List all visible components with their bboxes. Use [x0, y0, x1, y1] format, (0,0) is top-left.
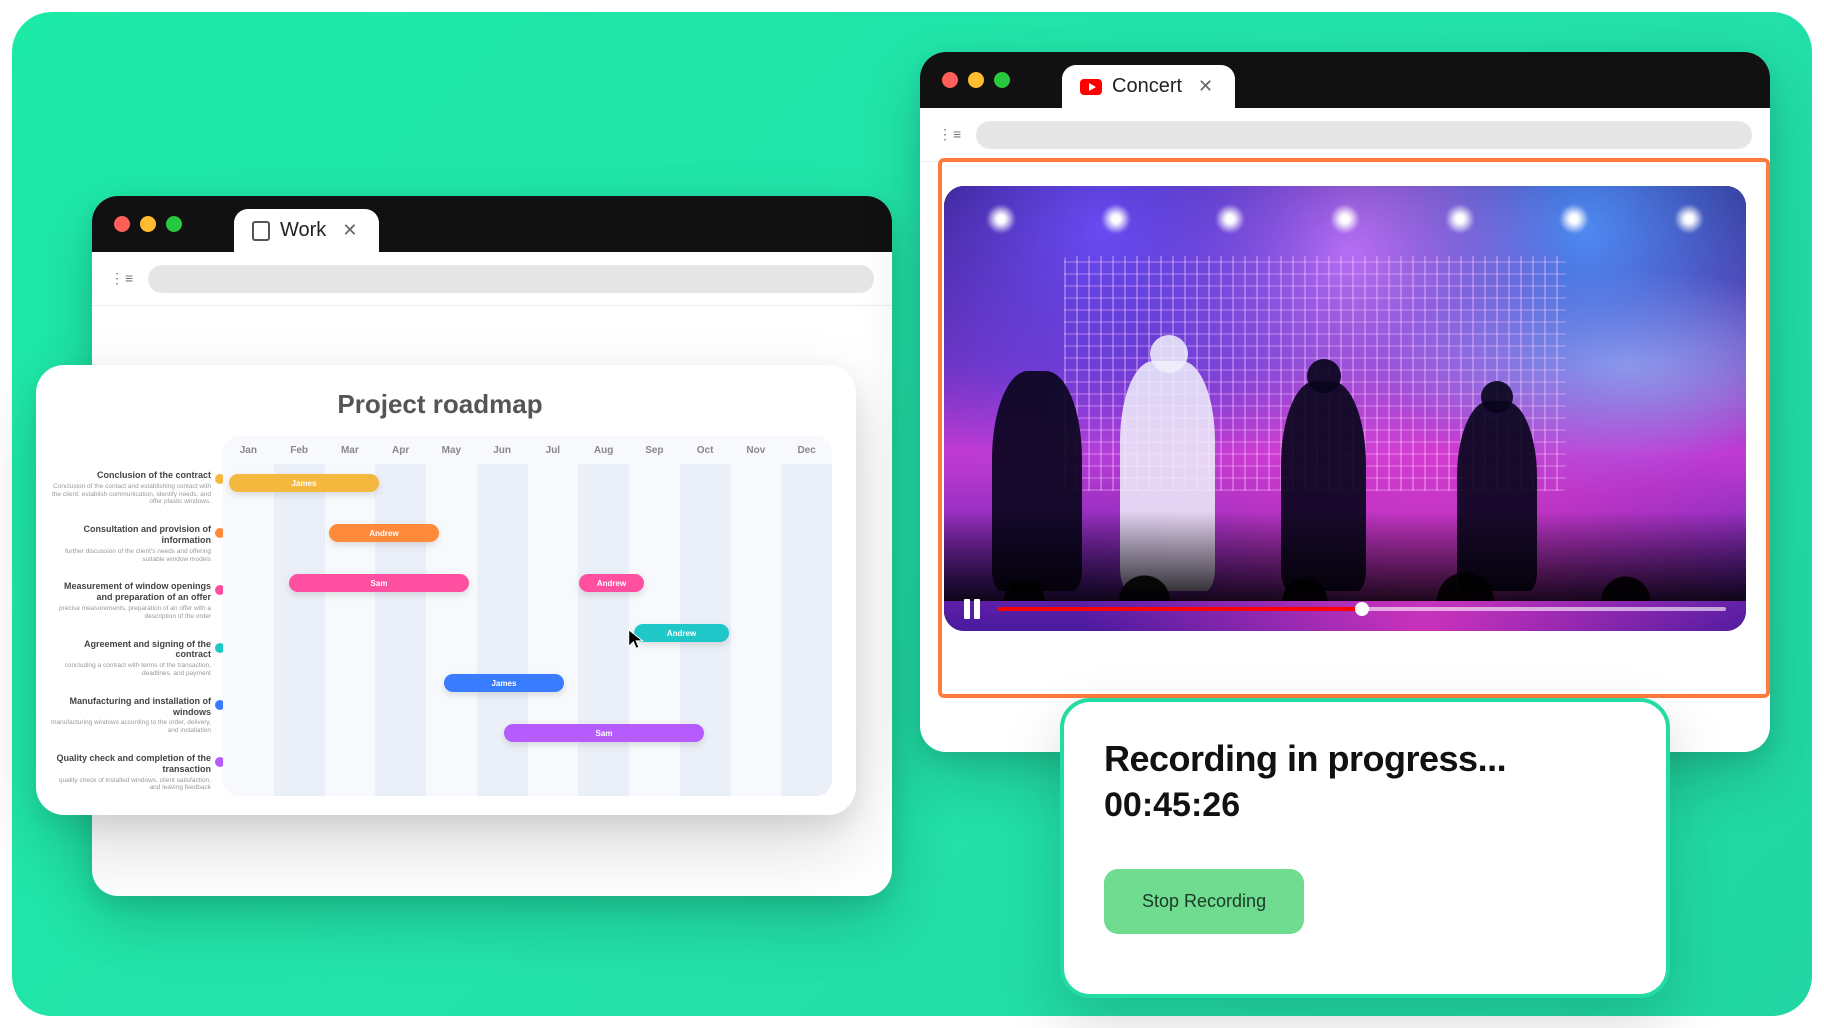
month-column [578, 464, 629, 796]
stop-recording-button[interactable]: Stop Recording [1104, 869, 1304, 934]
recording-panel: Recording in progress... 00:45:26 Stop R… [1060, 698, 1670, 998]
months-header: JanFebMarAprMayJunJulAugSepOctNovDec [223, 436, 832, 464]
month-column [223, 464, 274, 796]
month-label: Jun [477, 445, 528, 456]
close-icon[interactable] [942, 72, 958, 88]
task-description: further discussion of the client's needs… [48, 548, 211, 564]
month-label: Nov [731, 445, 782, 456]
task-label: Measurement of window openings and prepa… [48, 581, 211, 620]
concert-tab[interactable]: Concert ✕ [1062, 65, 1235, 108]
month-label: Mar [325, 445, 376, 456]
task-label: Conclusion of the contract Conclusion of … [48, 470, 211, 506]
month-label: Jan [223, 445, 274, 456]
concert-tab-label: Concert [1112, 75, 1182, 98]
gantt-bar[interactable]: James [229, 474, 379, 492]
task-title: Measurement of window openings and prepa… [48, 581, 211, 603]
minimize-icon[interactable] [140, 216, 156, 232]
video-progress-bar[interactable] [998, 607, 1726, 611]
tab-close-icon[interactable]: ✕ [342, 220, 357, 241]
progress-thumb[interactable] [1355, 602, 1369, 616]
task-title: Conclusion of the contract [48, 470, 211, 481]
gantt-grid[interactable]: JanFebMarAprMayJunJulAugSepOctNovDec Jam… [223, 436, 832, 796]
month-label: Jul [528, 445, 579, 456]
month-columns [223, 464, 832, 796]
month-column [781, 464, 832, 796]
concert-titlebar: Concert ✕ [920, 52, 1770, 108]
gantt-bar[interactable]: Sam [289, 574, 469, 592]
month-label: Sep [629, 445, 680, 456]
task-description: concluding a contract with terms of the … [48, 662, 211, 678]
concert-scene [944, 186, 1746, 631]
task-description: quality check of installed windows, clie… [48, 777, 211, 793]
close-icon[interactable] [114, 216, 130, 232]
task-label: Consultation and provision of informatio… [48, 524, 211, 563]
cursor-icon [626, 625, 648, 653]
work-tab-label: Work [280, 219, 326, 242]
work-titlebar: Work ✕ [92, 196, 892, 252]
concert-browser-window: Concert ✕ ⋮≡ [920, 52, 1770, 752]
concert-traffic-lights [942, 72, 1010, 88]
task-description: Conclusion of the contact and establishi… [48, 483, 211, 506]
recording-elapsed-time: 00:45:26 [1104, 786, 1626, 825]
task-description: manufacturing windows according to the o… [48, 719, 211, 735]
month-column [477, 464, 528, 796]
progress-fill [998, 607, 1362, 611]
gantt-bar[interactable]: Andrew [579, 574, 644, 592]
task-label: Manufacturing and installation of window… [48, 696, 211, 735]
maximize-icon[interactable] [994, 72, 1010, 88]
tab-close-icon[interactable]: ✕ [1198, 76, 1213, 97]
video-player[interactable] [944, 186, 1746, 631]
pause-icon[interactable] [964, 599, 982, 619]
roadmap-title: Project roadmap [48, 389, 832, 420]
task-label: Agreement and signing of the contractcon… [48, 639, 211, 678]
gantt-bar[interactable]: James [444, 674, 564, 692]
month-label: Apr [375, 445, 426, 456]
maximize-icon[interactable] [166, 216, 182, 232]
menu-icon[interactable]: ⋮≡ [110, 270, 134, 287]
task-title: Manufacturing and installation of window… [48, 696, 211, 718]
recording-status-title: Recording in progress... [1104, 738, 1626, 780]
task-title: Consultation and provision of informatio… [48, 524, 211, 546]
month-label: Oct [680, 445, 731, 456]
month-label: May [426, 445, 477, 456]
task-labels-column: Conclusion of the contract Conclusion of … [48, 436, 223, 796]
concert-toolbar: ⋮≡ [920, 108, 1770, 162]
gantt-bar[interactable]: Andrew [329, 524, 439, 542]
stage-spotlights [944, 204, 1746, 244]
month-label: Aug [578, 445, 629, 456]
month-label: Feb [274, 445, 325, 456]
month-column [375, 464, 426, 796]
document-icon [252, 221, 270, 241]
minimize-icon[interactable] [968, 72, 984, 88]
crowd-silhouette [944, 511, 1746, 601]
work-url-bar[interactable] [148, 265, 874, 293]
menu-icon[interactable]: ⋮≡ [938, 126, 962, 143]
month-column [325, 464, 376, 796]
gantt-container: Conclusion of the contract Conclusion of … [48, 436, 832, 796]
roadmap-card: Project roadmap Conclusion of the contra… [36, 365, 856, 815]
work-toolbar: ⋮≡ [92, 252, 892, 306]
task-description: precise measurements, preparation of an … [48, 605, 211, 621]
month-column [426, 464, 477, 796]
month-column [274, 464, 325, 796]
month-column [731, 464, 782, 796]
task-title: Quality check and completion of the tran… [48, 753, 211, 775]
gantt-bar[interactable]: Andrew [634, 624, 729, 642]
task-title: Agreement and signing of the contract [48, 639, 211, 661]
video-controls [964, 599, 1726, 619]
work-tab[interactable]: Work ✕ [234, 209, 379, 252]
gantt-bar[interactable]: Sam [504, 724, 704, 742]
concert-url-bar[interactable] [976, 121, 1752, 149]
work-traffic-lights [114, 216, 182, 232]
youtube-icon [1080, 79, 1102, 95]
month-label: Dec [781, 445, 832, 456]
month-column [528, 464, 579, 796]
task-label: Quality check and completion of the tran… [48, 753, 211, 792]
